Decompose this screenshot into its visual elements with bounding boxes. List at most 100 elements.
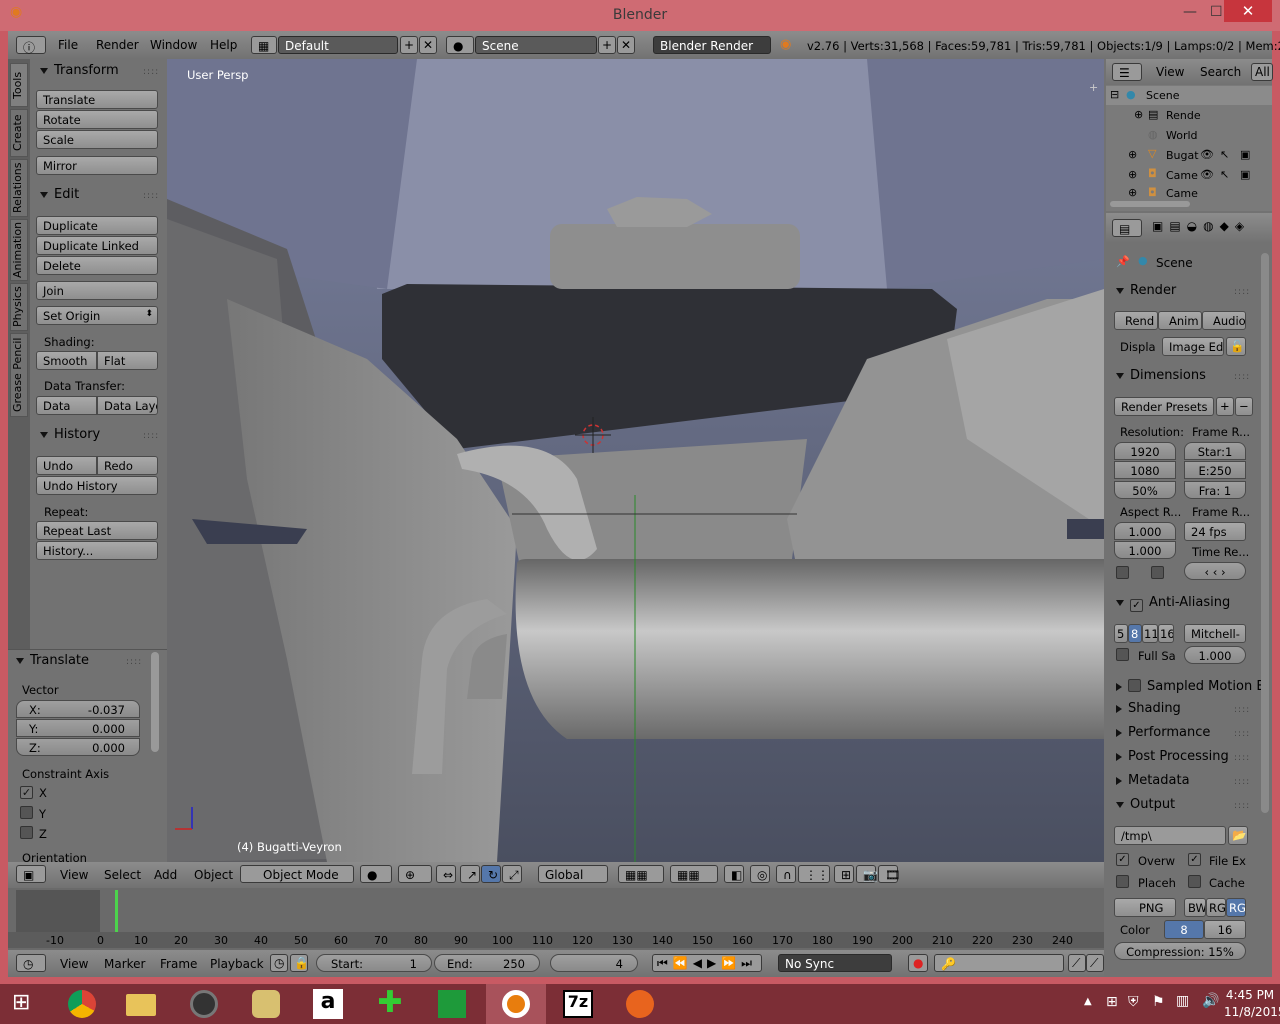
pivot-point-icon[interactable]: ⊕ (398, 865, 432, 883)
rotate-button[interactable]: Rotate (36, 110, 158, 129)
store-icon[interactable] (424, 988, 480, 1020)
volume-icon[interactable]: 🔊 (1202, 993, 1219, 1009)
repeat-last-button[interactable]: Repeat Last (36, 521, 158, 540)
render-presets-select[interactable]: Render Presets (1114, 397, 1214, 416)
outliner-row-camera[interactable]: ⊕ ◘ Came 👁 ↖ ▣ (1106, 166, 1272, 185)
proportional-edit-icon[interactable]: ◎ (750, 865, 770, 883)
expand-icon[interactable] (1116, 752, 1122, 761)
outliner-row-render[interactable]: ⊕ ▤ Rende (1106, 106, 1272, 125)
network-icon[interactable]: ▥ (1176, 993, 1189, 1009)
scene-icon[interactable]: ● (446, 36, 474, 54)
record-icon[interactable]: ● (908, 954, 928, 972)
windows-flag-icon[interactable]: ⊞ (1106, 994, 1118, 1010)
menu-window[interactable]: Window (150, 38, 197, 52)
close-button[interactable]: ✕ (1224, 0, 1272, 22)
tab-relations[interactable]: Relations (10, 159, 28, 217)
menu-view[interactable]: View (60, 868, 88, 882)
properties-toggle-icon[interactable]: + (1089, 81, 1098, 94)
resolution-y-field[interactable]: 1080 (1114, 461, 1176, 479)
timeline-menu-view[interactable]: View (60, 957, 88, 971)
panel-metadata-title[interactable]: Metadata (1128, 773, 1190, 788)
panel-post-processing-title[interactable]: Post Processing (1128, 749, 1229, 764)
file-format-select[interactable]: PNG (1114, 898, 1176, 917)
action-center-icon[interactable]: ⚑ (1152, 994, 1165, 1010)
vector-x-field[interactable]: X: -0.037 (16, 700, 140, 718)
motion-blur-checkbox[interactable] (1128, 679, 1141, 692)
sync-mode-select[interactable]: No Sync (778, 954, 892, 972)
panel-dimensions-title[interactable]: Dimensions (1130, 368, 1206, 383)
cache-checkbox[interactable] (1188, 875, 1201, 888)
aa-samples-5[interactable]: 5 (1114, 624, 1128, 643)
axis-z-checkbox[interactable] (20, 826, 33, 839)
depth-8-button[interactable]: 8 (1164, 920, 1204, 939)
collapse-icon[interactable] (40, 191, 48, 198)
aa-samples-16[interactable]: 16 (1158, 624, 1174, 643)
data-button[interactable]: Data (36, 396, 97, 415)
snap-target-icon[interactable]: ⊞ (834, 865, 854, 883)
layers-grid-icon[interactable]: ▦▦ (670, 865, 718, 883)
undo-history-button[interactable]: Undo History (36, 476, 158, 495)
windows-start-icon[interactable]: ⊞ (12, 990, 30, 1015)
drag-handle-icon[interactable]: :::: (143, 67, 159, 77)
panel-aa-title[interactable]: Anti-Aliasing (1149, 595, 1230, 610)
placeholders-checkbox[interactable] (1116, 875, 1129, 888)
collapse-icon[interactable] (1116, 599, 1124, 606)
outliner-row-camera2[interactable]: ⊕ ◘ Came (1106, 186, 1272, 198)
chrome-icon[interactable] (54, 988, 110, 1020)
network-app-icon[interactable] (612, 988, 668, 1020)
tab-create[interactable]: Create (10, 109, 28, 157)
expand-icon[interactable] (1116, 682, 1122, 691)
timeline-menu-frame[interactable]: Frame (160, 957, 197, 971)
depth-16-button[interactable]: 16 (1204, 920, 1246, 939)
remove-scene-icon[interactable]: ✕ (617, 36, 635, 54)
aa-filter-select[interactable]: Mitchell- (1184, 624, 1246, 643)
vector-y-field[interactable]: Y: 0.000 (16, 719, 140, 737)
preview-range-icon[interactable]: ◷ (270, 954, 288, 972)
rotate-manipulator-icon[interactable]: ↻ (481, 865, 501, 883)
resolution-x-field[interactable]: 1920 (1114, 442, 1176, 460)
render-engine-select[interactable]: Blender Render (653, 36, 771, 54)
current-frame-field[interactable]: 4 (550, 954, 638, 972)
collapse-icon[interactable] (1116, 372, 1124, 379)
mode-select[interactable]: Object Mode (240, 865, 354, 883)
frame-rate-select[interactable]: 24 fps (1184, 522, 1246, 541)
crop-checkbox[interactable] (1151, 566, 1164, 579)
drag-handle-icon[interactable]: :::: (143, 191, 159, 201)
webcam-app-icon[interactable] (238, 988, 294, 1020)
viewport-shading-icon[interactable]: ● (360, 865, 392, 883)
snap-element-icon[interactable]: ⋮⋮ (798, 865, 830, 883)
menu-file[interactable]: File (58, 38, 78, 52)
screen-field[interactable]: Default (278, 36, 398, 54)
lock-interface-icon[interactable]: 🔓 (1226, 337, 1246, 356)
show-hidden-icons[interactable]: ▲ (1084, 996, 1092, 1007)
clock-date[interactable]: 11/8/2015 (1224, 1005, 1280, 1019)
menu-render[interactable]: Render (96, 38, 139, 52)
lock-icon[interactable]: 🔒 (290, 954, 309, 972)
file-explorer-icon[interactable] (113, 988, 169, 1020)
display-select[interactable]: Image Ed (1162, 337, 1224, 356)
mirror-button[interactable]: Mirror (36, 156, 158, 175)
outliner-menu-search[interactable]: Search (1200, 65, 1241, 79)
expand-icon[interactable] (1116, 704, 1122, 713)
outliner-menu-view[interactable]: View (1156, 65, 1184, 79)
properties-context-tabs[interactable]: ▣▤◒◍◆◈ (1152, 219, 1272, 233)
end-frame-field[interactable]: End: 250 (434, 954, 540, 972)
anti-aliasing-checkbox[interactable]: ✓ (1130, 599, 1143, 612)
playback-controls[interactable]: ⏮⏪◀▶⏩⏭ (652, 954, 762, 972)
outliner-editor-icon[interactable]: ☰ (1112, 63, 1142, 81)
operator-title[interactable]: Translate (30, 653, 89, 668)
transform-orientation-select[interactable]: Global (538, 865, 608, 883)
tab-animation[interactable]: Animation (10, 219, 28, 281)
expand-icon[interactable] (1116, 728, 1122, 737)
tab-physics[interactable]: Physics (10, 283, 28, 331)
render-anim-icon[interactable]: 🎞 (878, 865, 900, 883)
aa-samples-8[interactable]: 8 (1128, 624, 1142, 643)
axis-y-checkbox[interactable] (20, 806, 33, 819)
tab-tools[interactable]: Tools (10, 63, 28, 107)
border-checkbox[interactable] (1116, 566, 1129, 579)
file-extensions-checkbox[interactable]: ✓ (1188, 853, 1201, 866)
keying-set-field[interactable]: 🔑 (934, 954, 1064, 972)
outliner-row-scene[interactable]: ⊟ ● Scene (1106, 86, 1272, 105)
7zip-icon[interactable]: 7z (550, 988, 606, 1020)
security-icon[interactable]: ⛨ (1128, 994, 1139, 1010)
